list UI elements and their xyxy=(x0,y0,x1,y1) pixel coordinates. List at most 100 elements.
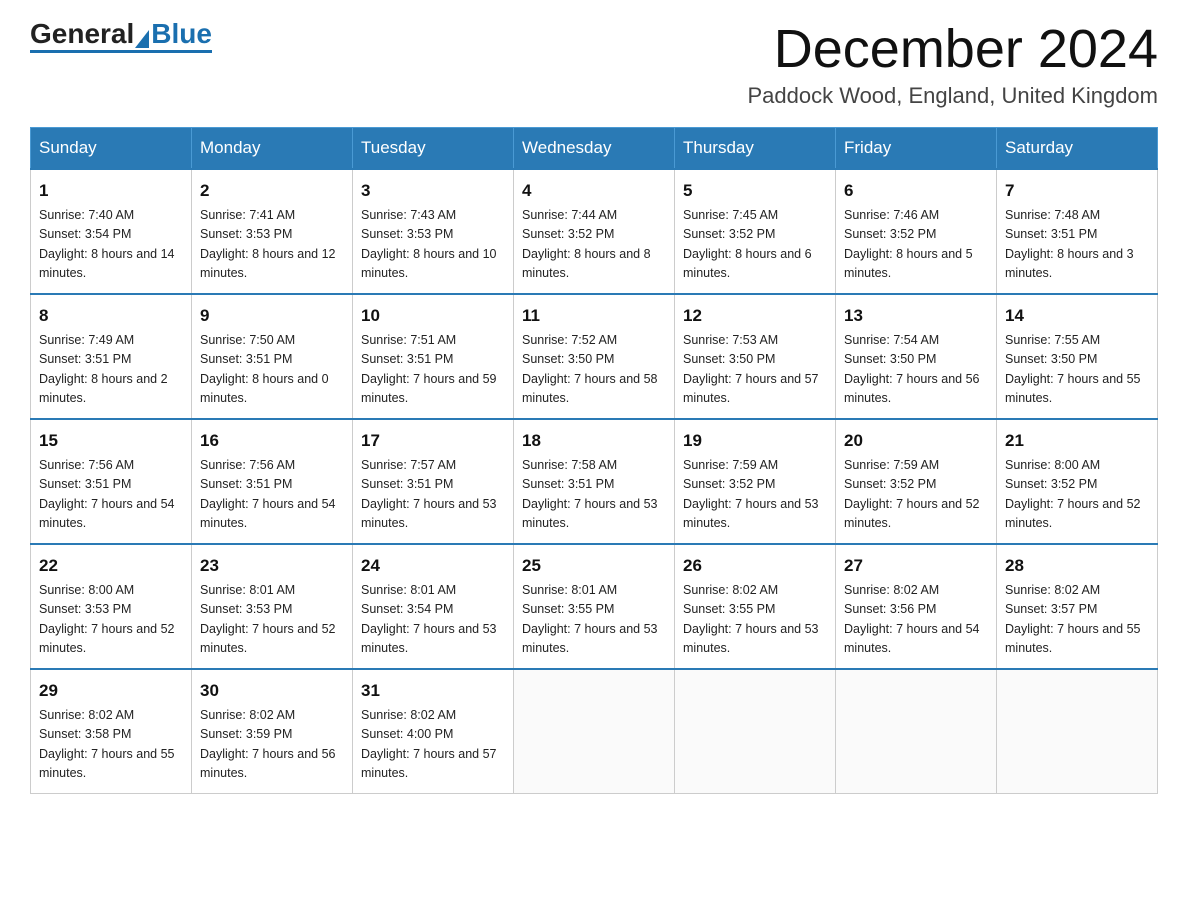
calendar-day-cell: 22Sunrise: 8:00 AMSunset: 3:53 PMDayligh… xyxy=(31,544,192,669)
day-info: Sunrise: 8:01 AMSunset: 3:53 PMDaylight:… xyxy=(200,581,344,659)
weekday-header-friday: Friday xyxy=(836,128,997,170)
day-info: Sunrise: 7:49 AMSunset: 3:51 PMDaylight:… xyxy=(39,331,183,409)
calendar-day-cell xyxy=(675,669,836,794)
day-info: Sunrise: 8:01 AMSunset: 3:54 PMDaylight:… xyxy=(361,581,505,659)
calendar-day-cell xyxy=(514,669,675,794)
day-info: Sunrise: 7:52 AMSunset: 3:50 PMDaylight:… xyxy=(522,331,666,409)
calendar-week-row: 1Sunrise: 7:40 AMSunset: 3:54 PMDaylight… xyxy=(31,169,1158,294)
day-info: Sunrise: 7:46 AMSunset: 3:52 PMDaylight:… xyxy=(844,206,988,284)
logo-general-text: General xyxy=(30,20,134,48)
calendar-day-cell: 10Sunrise: 7:51 AMSunset: 3:51 PMDayligh… xyxy=(353,294,514,419)
day-number: 25 xyxy=(522,553,666,579)
day-number: 1 xyxy=(39,178,183,204)
calendar-day-cell xyxy=(836,669,997,794)
day-info: Sunrise: 7:41 AMSunset: 3:53 PMDaylight:… xyxy=(200,206,344,284)
day-info: Sunrise: 7:56 AMSunset: 3:51 PMDaylight:… xyxy=(39,456,183,534)
calendar-day-cell: 28Sunrise: 8:02 AMSunset: 3:57 PMDayligh… xyxy=(997,544,1158,669)
day-info: Sunrise: 7:40 AMSunset: 3:54 PMDaylight:… xyxy=(39,206,183,284)
day-info: Sunrise: 7:59 AMSunset: 3:52 PMDaylight:… xyxy=(683,456,827,534)
calendar-day-cell: 23Sunrise: 8:01 AMSunset: 3:53 PMDayligh… xyxy=(192,544,353,669)
day-info: Sunrise: 7:50 AMSunset: 3:51 PMDaylight:… xyxy=(200,331,344,409)
weekday-header-monday: Monday xyxy=(192,128,353,170)
calendar-day-cell: 29Sunrise: 8:02 AMSunset: 3:58 PMDayligh… xyxy=(31,669,192,794)
day-info: Sunrise: 8:00 AMSunset: 3:52 PMDaylight:… xyxy=(1005,456,1149,534)
calendar-day-cell: 20Sunrise: 7:59 AMSunset: 3:52 PMDayligh… xyxy=(836,419,997,544)
day-number: 4 xyxy=(522,178,666,204)
calendar-day-cell: 25Sunrise: 8:01 AMSunset: 3:55 PMDayligh… xyxy=(514,544,675,669)
calendar-day-cell: 21Sunrise: 8:00 AMSunset: 3:52 PMDayligh… xyxy=(997,419,1158,544)
day-number: 9 xyxy=(200,303,344,329)
calendar-table: SundayMondayTuesdayWednesdayThursdayFrid… xyxy=(30,127,1158,794)
day-info: Sunrise: 8:02 AMSunset: 3:58 PMDaylight:… xyxy=(39,706,183,784)
day-number: 3 xyxy=(361,178,505,204)
calendar-week-row: 8Sunrise: 7:49 AMSunset: 3:51 PMDaylight… xyxy=(31,294,1158,419)
day-number: 14 xyxy=(1005,303,1149,329)
day-number: 6 xyxy=(844,178,988,204)
calendar-day-cell: 30Sunrise: 8:02 AMSunset: 3:59 PMDayligh… xyxy=(192,669,353,794)
day-info: Sunrise: 7:51 AMSunset: 3:51 PMDaylight:… xyxy=(361,331,505,409)
day-number: 20 xyxy=(844,428,988,454)
day-number: 2 xyxy=(200,178,344,204)
calendar-day-cell: 15Sunrise: 7:56 AMSunset: 3:51 PMDayligh… xyxy=(31,419,192,544)
calendar-day-cell: 14Sunrise: 7:55 AMSunset: 3:50 PMDayligh… xyxy=(997,294,1158,419)
logo: General Blue xyxy=(30,20,212,53)
day-info: Sunrise: 7:57 AMSunset: 3:51 PMDaylight:… xyxy=(361,456,505,534)
day-number: 27 xyxy=(844,553,988,579)
calendar-day-cell xyxy=(997,669,1158,794)
day-number: 19 xyxy=(683,428,827,454)
calendar-day-cell: 18Sunrise: 7:58 AMSunset: 3:51 PMDayligh… xyxy=(514,419,675,544)
day-number: 29 xyxy=(39,678,183,704)
day-number: 22 xyxy=(39,553,183,579)
day-info: Sunrise: 7:55 AMSunset: 3:50 PMDaylight:… xyxy=(1005,331,1149,409)
calendar-day-cell: 5Sunrise: 7:45 AMSunset: 3:52 PMDaylight… xyxy=(675,169,836,294)
calendar-day-cell: 13Sunrise: 7:54 AMSunset: 3:50 PMDayligh… xyxy=(836,294,997,419)
day-number: 30 xyxy=(200,678,344,704)
day-number: 15 xyxy=(39,428,183,454)
calendar-day-cell: 24Sunrise: 8:01 AMSunset: 3:54 PMDayligh… xyxy=(353,544,514,669)
calendar-day-cell: 17Sunrise: 7:57 AMSunset: 3:51 PMDayligh… xyxy=(353,419,514,544)
calendar-day-cell: 12Sunrise: 7:53 AMSunset: 3:50 PMDayligh… xyxy=(675,294,836,419)
weekday-header-tuesday: Tuesday xyxy=(353,128,514,170)
day-info: Sunrise: 7:59 AMSunset: 3:52 PMDaylight:… xyxy=(844,456,988,534)
day-number: 12 xyxy=(683,303,827,329)
calendar-day-cell: 8Sunrise: 7:49 AMSunset: 3:51 PMDaylight… xyxy=(31,294,192,419)
day-info: Sunrise: 7:58 AMSunset: 3:51 PMDaylight:… xyxy=(522,456,666,534)
weekday-header-sunday: Sunday xyxy=(31,128,192,170)
day-info: Sunrise: 8:00 AMSunset: 3:53 PMDaylight:… xyxy=(39,581,183,659)
day-number: 7 xyxy=(1005,178,1149,204)
day-info: Sunrise: 7:53 AMSunset: 3:50 PMDaylight:… xyxy=(683,331,827,409)
calendar-day-cell: 27Sunrise: 8:02 AMSunset: 3:56 PMDayligh… xyxy=(836,544,997,669)
day-info: Sunrise: 8:02 AMSunset: 3:56 PMDaylight:… xyxy=(844,581,988,659)
day-info: Sunrise: 7:43 AMSunset: 3:53 PMDaylight:… xyxy=(361,206,505,284)
day-info: Sunrise: 8:02 AMSunset: 4:00 PMDaylight:… xyxy=(361,706,505,784)
calendar-day-cell: 2Sunrise: 7:41 AMSunset: 3:53 PMDaylight… xyxy=(192,169,353,294)
calendar-day-cell: 11Sunrise: 7:52 AMSunset: 3:50 PMDayligh… xyxy=(514,294,675,419)
calendar-week-row: 29Sunrise: 8:02 AMSunset: 3:58 PMDayligh… xyxy=(31,669,1158,794)
month-title: December 2024 xyxy=(747,20,1158,79)
calendar-day-cell: 4Sunrise: 7:44 AMSunset: 3:52 PMDaylight… xyxy=(514,169,675,294)
calendar-day-cell: 7Sunrise: 7:48 AMSunset: 3:51 PMDaylight… xyxy=(997,169,1158,294)
title-area: December 2024 Paddock Wood, England, Uni… xyxy=(747,20,1158,109)
calendar-day-cell: 3Sunrise: 7:43 AMSunset: 3:53 PMDaylight… xyxy=(353,169,514,294)
calendar-day-cell: 26Sunrise: 8:02 AMSunset: 3:55 PMDayligh… xyxy=(675,544,836,669)
day-info: Sunrise: 8:01 AMSunset: 3:55 PMDaylight:… xyxy=(522,581,666,659)
day-info: Sunrise: 7:48 AMSunset: 3:51 PMDaylight:… xyxy=(1005,206,1149,284)
calendar-day-cell: 31Sunrise: 8:02 AMSunset: 4:00 PMDayligh… xyxy=(353,669,514,794)
day-number: 8 xyxy=(39,303,183,329)
calendar-day-cell: 1Sunrise: 7:40 AMSunset: 3:54 PMDaylight… xyxy=(31,169,192,294)
calendar-day-cell: 16Sunrise: 7:56 AMSunset: 3:51 PMDayligh… xyxy=(192,419,353,544)
day-number: 23 xyxy=(200,553,344,579)
logo-triangle-icon xyxy=(135,30,149,48)
day-number: 10 xyxy=(361,303,505,329)
logo-underline xyxy=(30,50,212,53)
day-info: Sunrise: 8:02 AMSunset: 3:55 PMDaylight:… xyxy=(683,581,827,659)
day-info: Sunrise: 7:45 AMSunset: 3:52 PMDaylight:… xyxy=(683,206,827,284)
calendar-day-cell: 19Sunrise: 7:59 AMSunset: 3:52 PMDayligh… xyxy=(675,419,836,544)
day-number: 21 xyxy=(1005,428,1149,454)
day-info: Sunrise: 8:02 AMSunset: 3:57 PMDaylight:… xyxy=(1005,581,1149,659)
day-info: Sunrise: 7:54 AMSunset: 3:50 PMDaylight:… xyxy=(844,331,988,409)
day-number: 16 xyxy=(200,428,344,454)
location-title: Paddock Wood, England, United Kingdom xyxy=(747,83,1158,109)
calendar-week-row: 15Sunrise: 7:56 AMSunset: 3:51 PMDayligh… xyxy=(31,419,1158,544)
day-info: Sunrise: 8:02 AMSunset: 3:59 PMDaylight:… xyxy=(200,706,344,784)
